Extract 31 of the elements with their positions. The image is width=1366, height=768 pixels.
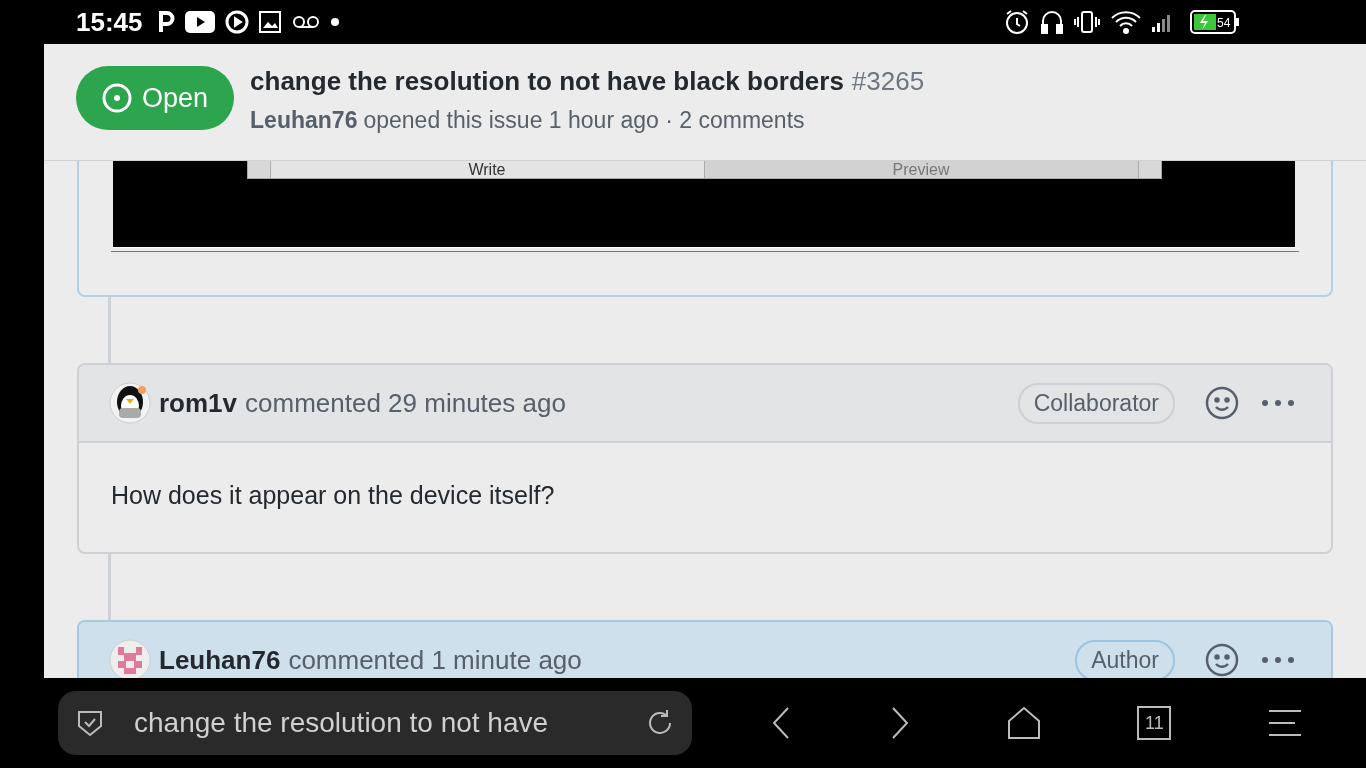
avatar [109, 639, 151, 678]
role-label: Author [1075, 639, 1175, 678]
more-icon[interactable] [1261, 399, 1295, 407]
emoji-icon[interactable] [1205, 643, 1239, 677]
menu-icon [1267, 708, 1302, 738]
open-circle-icon [102, 83, 132, 113]
image-icon [258, 11, 281, 33]
headphones-icon [1040, 9, 1064, 35]
wifi-icon [1110, 9, 1142, 35]
comment-meta: Leuhan76 commented 1 minute ago [159, 644, 583, 676]
comment-body: How does it appear on the device itself? [110, 480, 556, 511]
more-icon[interactable] [1261, 656, 1295, 664]
home-icon [1006, 706, 1041, 740]
vibrate-icon [1074, 9, 1100, 35]
play-icon [184, 11, 215, 33]
play-circle-icon [224, 10, 249, 34]
emoji-icon[interactable] [1205, 386, 1239, 420]
p-icon [156, 10, 175, 34]
alarm-icon [1004, 9, 1030, 35]
issue-meta: Leuhan76 opened this issue 1 hour ago · 2 comments [250, 107, 806, 134]
voicemail-icon [290, 13, 321, 31]
role-label: Collaborator [1017, 382, 1175, 424]
tab-count[interactable]: 11 [1137, 706, 1172, 740]
avatar [109, 382, 151, 424]
comment-meta: rom1v commented 29 minutes ago [159, 387, 567, 419]
clock-time: 15:45 [76, 6, 143, 38]
shield-icon [76, 708, 104, 738]
dot-icon [330, 18, 339, 26]
issue-title: change the resolution to not have black borders #3265 [250, 66, 925, 97]
status-badge: Open [76, 66, 235, 130]
address-bar[interactable]: change the resolution to not have [58, 691, 692, 755]
